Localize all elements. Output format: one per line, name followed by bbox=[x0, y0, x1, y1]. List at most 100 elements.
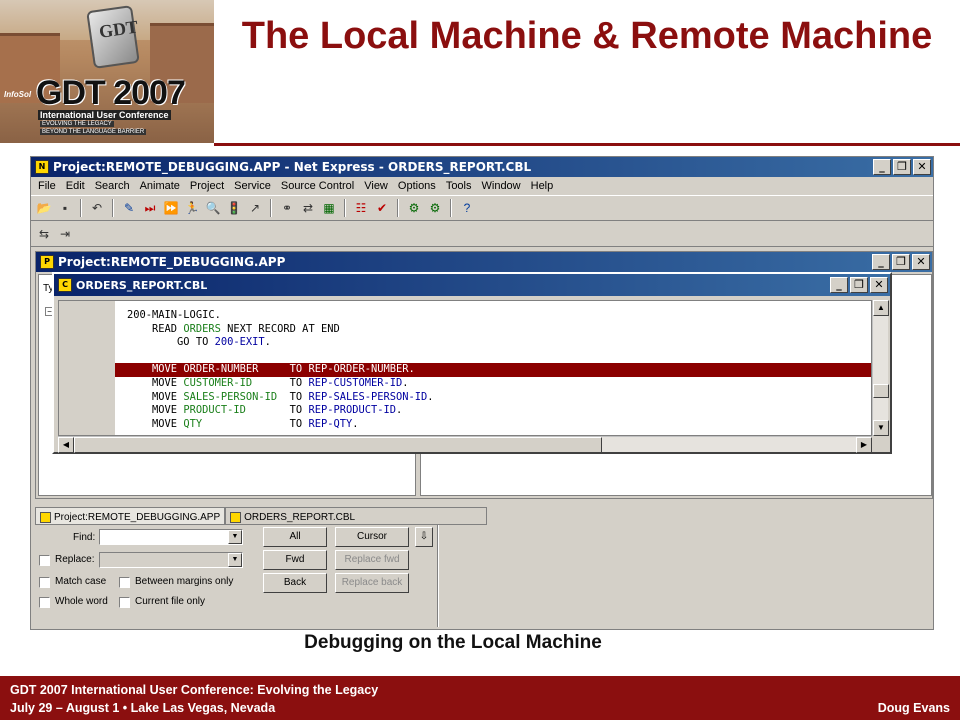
pen-icon[interactable]: ✎ bbox=[120, 199, 138, 217]
app-title: Project:REMOTE_DEBUGGING.APP - Net Expre… bbox=[53, 160, 532, 174]
find-all-button[interactable]: All bbox=[263, 527, 327, 547]
undo-icon[interactable]: ↶ bbox=[88, 199, 106, 217]
vertical-scroll-thumb[interactable] bbox=[873, 384, 889, 398]
check-icon[interactable]: ✔ bbox=[373, 199, 391, 217]
code-close-button[interactable]: ✕ bbox=[870, 277, 888, 293]
code-line-current[interactable]: MOVE ORDER-NUMBER TO REP-ORDER-NUMBER. bbox=[115, 363, 871, 377]
help-icon[interactable]: ? bbox=[458, 199, 476, 217]
code-line[interactable] bbox=[115, 350, 871, 364]
scroll-left-icon[interactable]: ◀ bbox=[58, 437, 74, 453]
project-maximize-button[interactable]: ❐ bbox=[892, 254, 910, 270]
horizontal-scrollbar[interactable]: ◀ ▶ bbox=[58, 436, 872, 453]
menu-item-options[interactable]: Options bbox=[393, 180, 441, 192]
scroll-down-icon[interactable]: ▼ bbox=[873, 420, 889, 436]
grid-icon[interactable]: ▦ bbox=[320, 199, 338, 217]
replace-checkbox[interactable] bbox=[39, 555, 50, 566]
menu-item-source-control[interactable]: Source Control bbox=[276, 180, 359, 192]
replace-input[interactable]: ▼ bbox=[99, 552, 243, 568]
menu-item-project[interactable]: Project bbox=[185, 180, 229, 192]
code-minimize-button[interactable]: _ bbox=[830, 277, 848, 293]
code-line[interactable]: READ ORDERS NEXT RECORD AT END bbox=[115, 323, 871, 337]
binoculars-icon[interactable]: ⚭ bbox=[278, 199, 296, 217]
menu-item-file[interactable]: File bbox=[33, 180, 61, 192]
menu-item-tools[interactable]: Tools bbox=[441, 180, 477, 192]
hierarchy-icon[interactable]: ☷ bbox=[352, 199, 370, 217]
replace-fwd-button[interactable]: Replace fwd bbox=[335, 550, 409, 570]
code-maximize-button[interactable]: ❐ bbox=[850, 277, 868, 293]
tab-project[interactable]: Project:REMOTE_DEBUGGING.APP bbox=[35, 507, 226, 525]
panel-divider bbox=[437, 525, 439, 627]
toolbar-separator bbox=[270, 199, 272, 217]
main-toolbar: 📂 ▪ ↶ ✎ ⏭ ⏩ 🏃 🔍 🚦 ↗ ⚭ ⇄ ▦ ☷ ✔ ⚙ ⚙ ? bbox=[31, 195, 933, 221]
find-cursor-button[interactable]: Cursor bbox=[335, 527, 409, 547]
code-token: TO bbox=[245, 404, 309, 417]
current-file-checkbox[interactable] bbox=[119, 597, 130, 608]
code-line[interactable]: MOVE CUSTOMER-ID TO REP-CUSTOMER-ID. bbox=[115, 377, 871, 391]
code-line[interactable]: MOVE QTY TO REP-QTY. bbox=[115, 418, 871, 432]
code-token: TO bbox=[277, 390, 309, 403]
project-close-button[interactable]: ✕ bbox=[912, 254, 930, 270]
open-icon[interactable]: 📂 bbox=[35, 199, 53, 217]
code-token: REP-ORDER-NUMBER bbox=[308, 363, 409, 376]
save-icon[interactable]: ▪ bbox=[56, 199, 74, 217]
code-line[interactable]: GO TO 200-EXIT. bbox=[115, 336, 871, 350]
menu-item-animate[interactable]: Animate bbox=[135, 180, 185, 192]
project-minimize-button[interactable]: _ bbox=[872, 254, 890, 270]
rebuild-icon[interactable]: ⚙ bbox=[426, 199, 444, 217]
slide: GDT InfoSol GDT 2007 International User … bbox=[0, 0, 960, 720]
scroll-right-icon[interactable]: ▶ bbox=[856, 437, 872, 453]
exchange-icon[interactable]: ⇄ bbox=[299, 199, 317, 217]
menu-item-service[interactable]: Service bbox=[229, 180, 276, 192]
code-line[interactable]: MOVE PRODUCT-ID TO REP-PRODUCT-ID. bbox=[115, 404, 871, 418]
code-line[interactable]: MOVE SALES-PERSON-ID TO REP-SALES-PERSON… bbox=[115, 390, 871, 405]
title-divider bbox=[214, 143, 960, 146]
connect-icon[interactable]: ⇆ bbox=[35, 225, 53, 243]
build-icon[interactable]: ⚙ bbox=[405, 199, 423, 217]
disconnect-icon[interactable]: ⇥ bbox=[56, 225, 74, 243]
code-line[interactable]: 200-MAIN-LOGIC. bbox=[115, 309, 871, 323]
between-margins-checkbox[interactable] bbox=[119, 577, 130, 588]
infosol-brand: InfoSol bbox=[4, 90, 32, 99]
zoom-icon[interactable]: 🔍 bbox=[204, 199, 222, 217]
app-titlebar[interactable]: N Project:REMOTE_DEBUGGING.APP - Net Exp… bbox=[31, 157, 933, 177]
code-token: REP-SALES-PERSON-ID bbox=[308, 390, 428, 403]
tab-orders-report[interactable]: ORDERS_REPORT.CBL bbox=[225, 507, 488, 525]
slide-caption: Debugging on the Local Machine bbox=[304, 632, 602, 653]
find-back-button[interactable]: Back bbox=[263, 573, 327, 593]
project-titlebar[interactable]: P Project:REMOTE_DEBUGGING.APP _ ❐ ✕ bbox=[36, 252, 932, 272]
find-input[interactable]: ▼ bbox=[99, 529, 243, 545]
chevron-down-icon[interactable]: ▼ bbox=[228, 530, 242, 544]
close-button[interactable]: ✕ bbox=[913, 159, 931, 175]
menu-item-view[interactable]: View bbox=[359, 180, 393, 192]
menu-item-window[interactable]: Window bbox=[477, 180, 526, 192]
conference-logo: GDT InfoSol GDT 2007 International User … bbox=[0, 0, 214, 143]
jump-icon[interactable]: ↗ bbox=[246, 199, 264, 217]
code-titlebar[interactable]: C ORDERS_REPORT.CBL _ ❐ ✕ bbox=[54, 274, 890, 296]
toolbar-separator bbox=[80, 199, 82, 217]
dock-icon[interactable]: ⇩ bbox=[415, 527, 433, 547]
find-fwd-button[interactable]: Fwd bbox=[263, 550, 327, 570]
current-file-label: Current file only bbox=[135, 596, 206, 607]
code-gutter[interactable] bbox=[59, 301, 115, 435]
step-icon[interactable]: ⏭ bbox=[141, 199, 159, 217]
menu-item-edit[interactable]: Edit bbox=[61, 180, 90, 192]
code-token: ORDER-NUMBER bbox=[183, 363, 259, 376]
replace-back-button[interactable]: Replace back bbox=[335, 573, 409, 593]
match-case-checkbox[interactable] bbox=[39, 577, 50, 588]
chevron-down-icon[interactable]: ▼ bbox=[228, 553, 242, 567]
footer-author: Doug Evans bbox=[877, 701, 950, 715]
vertical-scrollbar[interactable]: ▲ ▼ bbox=[872, 300, 889, 436]
code-editor[interactable]: 200-MAIN-LOGIC. READ ORDERS NEXT RECORD … bbox=[58, 300, 872, 436]
code-token: REP-PRODUCT-ID bbox=[308, 404, 397, 417]
run-icon[interactable]: 🏃 bbox=[183, 199, 201, 217]
maximize-button[interactable]: ❐ bbox=[893, 159, 911, 175]
menu-item-search[interactable]: Search bbox=[90, 180, 135, 192]
menu-item-help[interactable]: Help bbox=[526, 180, 559, 192]
minimize-button[interactable]: _ bbox=[873, 159, 891, 175]
code-token: . bbox=[427, 390, 434, 403]
scroll-up-icon[interactable]: ▲ bbox=[873, 300, 889, 316]
animate-icon[interactable]: ⏩ bbox=[162, 199, 180, 217]
whole-word-checkbox[interactable] bbox=[39, 597, 50, 608]
horizontal-scroll-thumb[interactable] bbox=[74, 437, 602, 453]
traffic-light-icon[interactable]: 🚦 bbox=[225, 199, 243, 217]
